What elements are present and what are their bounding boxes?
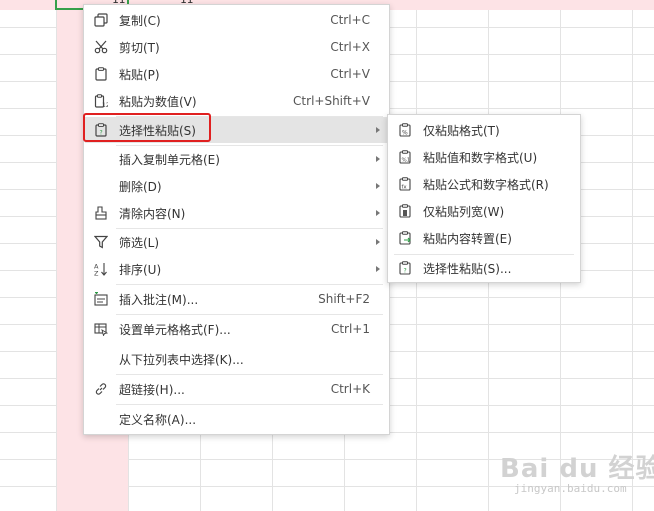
paste-icon xyxy=(93,66,109,82)
submenu-item-paste-value-number-format[interactable]: %1 粘贴值和数字格式(U) xyxy=(389,144,579,170)
paste-special-submenu: % 仅粘贴格式(T) %1 粘贴值和数字格式(U) fx 粘贴公式和数字格式(R… xyxy=(387,114,581,283)
submenu-arrow-icon xyxy=(376,266,380,272)
menu-item-paste[interactable]: 粘贴(P) Ctrl+V xyxy=(85,61,388,87)
submenu-item-label: 仅粘贴格式(T) xyxy=(423,123,500,138)
menu-item-paste-special[interactable]: ? 选择性粘贴(S) xyxy=(85,117,388,143)
menu-item-hyperlink[interactable]: 超链接(H)... Ctrl+K xyxy=(85,376,388,402)
sort-az-icon: AZ xyxy=(93,261,109,277)
baidu-jingyan-watermark: Bai du 经验 jingyan.baidu.com xyxy=(500,448,654,504)
menu-divider xyxy=(116,284,383,285)
menu-item-shortcut: Ctrl+V xyxy=(330,67,370,81)
menu-item-label: 删除(D) xyxy=(119,179,162,194)
menu-item-shortcut: Ctrl+X xyxy=(330,40,370,54)
menu-item-label: 粘贴(P) xyxy=(119,67,160,82)
menu-item-paste-values[interactable]: 12 粘贴为数值(V) Ctrl+Shift+V xyxy=(85,88,388,114)
filter-icon xyxy=(93,234,109,250)
submenu-item-label: 仅粘贴列宽(W) xyxy=(423,204,505,219)
svg-text:?: ? xyxy=(100,130,103,137)
menu-divider xyxy=(116,374,383,375)
paste-special-icon: ? xyxy=(397,260,413,276)
menu-item-label: 筛选(L) xyxy=(119,235,160,250)
menu-item-cut[interactable]: 剪切(T) Ctrl+X xyxy=(85,34,388,60)
menu-item-pick-from-dropdown[interactable]: 从下拉列表中选择(K)... xyxy=(85,346,388,372)
comment-icon xyxy=(93,291,109,307)
submenu-item-paste-formula-number-format[interactable]: fx 粘贴公式和数字格式(R) xyxy=(389,171,579,197)
context-menu: 复制(C) Ctrl+C 剪切(T) Ctrl+X 粘贴(P) Ctrl+V 1… xyxy=(83,4,390,435)
submenu-arrow-icon xyxy=(376,127,380,133)
paste-value-number-format-icon: %1 xyxy=(397,149,413,165)
submenu-item-label: 选择性粘贴(S)... xyxy=(423,261,512,276)
menu-item-shortcut: Ctrl+K xyxy=(330,382,370,396)
menu-divider xyxy=(116,314,383,315)
menu-item-insert-comment[interactable]: 插入批注(M)... Shift+F2 xyxy=(85,286,388,312)
menu-item-insert-copied-cells[interactable]: 插入复制单元格(E) xyxy=(85,146,388,172)
paste-formula-number-format-icon: fx xyxy=(397,176,413,192)
eraser-icon xyxy=(93,205,109,221)
submenu-arrow-icon xyxy=(376,239,380,245)
submenu-item-label: 粘贴公式和数字格式(R) xyxy=(423,177,549,192)
menu-item-label: 定义名称(A)... xyxy=(119,412,197,427)
menu-item-label: 插入批注(M)... xyxy=(119,292,199,307)
menu-item-filter[interactable]: 筛选(L) xyxy=(85,229,388,255)
svg-text:%: % xyxy=(402,130,408,137)
menu-item-delete[interactable]: 删除(D) xyxy=(85,173,388,199)
submenu-item-paste-format-only[interactable]: % 仅粘贴格式(T) xyxy=(389,117,579,143)
svg-text:fx: fx xyxy=(402,185,408,191)
submenu-item-label: 粘贴内容转置(E) xyxy=(423,231,512,246)
menu-item-label: 从下拉列表中选择(K)... xyxy=(119,352,244,367)
submenu-arrow-icon xyxy=(376,210,380,216)
paste-column-width-icon xyxy=(397,203,413,219)
paste-special-icon: ? xyxy=(93,122,109,138)
menu-item-define-name[interactable]: 定义名称(A)... xyxy=(85,406,388,432)
submenu-item-label: 粘贴值和数字格式(U) xyxy=(423,150,538,165)
menu-item-label: 粘贴为数值(V) xyxy=(119,94,197,109)
format-cells-icon xyxy=(93,321,109,337)
menu-item-copy[interactable]: 复制(C) Ctrl+C xyxy=(85,7,388,33)
menu-item-clear-contents[interactable]: 清除内容(N) xyxy=(85,200,388,226)
paste-values-icon: 12 xyxy=(93,93,109,109)
menu-item-label: 清除内容(N) xyxy=(119,206,186,221)
paste-format-icon: % xyxy=(397,122,413,138)
scissors-icon xyxy=(93,39,109,55)
svg-text:%1: %1 xyxy=(402,158,411,164)
menu-item-label: 选择性粘贴(S) xyxy=(119,123,196,138)
submenu-item-paste-special[interactable]: ? 选择性粘贴(S)... xyxy=(389,255,579,281)
watermark-logo-text: Bai du 经验 xyxy=(500,454,654,484)
menu-item-shortcut: Ctrl+Shift+V xyxy=(293,94,370,108)
menu-item-shortcut: Ctrl+C xyxy=(330,13,370,27)
menu-item-label: 插入复制单元格(E) xyxy=(119,152,220,167)
menu-item-label: 复制(C) xyxy=(119,13,161,28)
submenu-arrow-icon xyxy=(376,183,380,189)
paste-transpose-icon xyxy=(397,230,413,246)
svg-text:?: ? xyxy=(404,268,407,275)
link-icon xyxy=(93,381,109,397)
menu-divider xyxy=(116,404,383,405)
submenu-arrow-icon xyxy=(376,156,380,162)
menu-item-label: 设置单元格格式(F)... xyxy=(119,322,231,337)
watermark-url: jingyan.baidu.com xyxy=(514,482,627,495)
svg-text:12: 12 xyxy=(102,102,108,108)
svg-text:Z: Z xyxy=(94,270,99,277)
menu-item-label: 超链接(H)... xyxy=(119,382,185,397)
submenu-item-paste-column-width[interactable]: 仅粘贴列宽(W) xyxy=(389,198,579,224)
menu-item-label: 排序(U) xyxy=(119,262,162,277)
submenu-item-paste-transpose[interactable]: 粘贴内容转置(E) xyxy=(389,225,579,251)
menu-item-shortcut: Shift+F2 xyxy=(318,292,370,306)
menu-item-label: 剪切(T) xyxy=(119,40,160,55)
menu-item-format-cells[interactable]: 设置单元格格式(F)... Ctrl+1 xyxy=(85,316,388,342)
menu-item-shortcut: Ctrl+1 xyxy=(330,322,370,336)
copy-icon xyxy=(93,12,109,28)
menu-item-sort[interactable]: AZ 排序(U) xyxy=(85,256,388,282)
